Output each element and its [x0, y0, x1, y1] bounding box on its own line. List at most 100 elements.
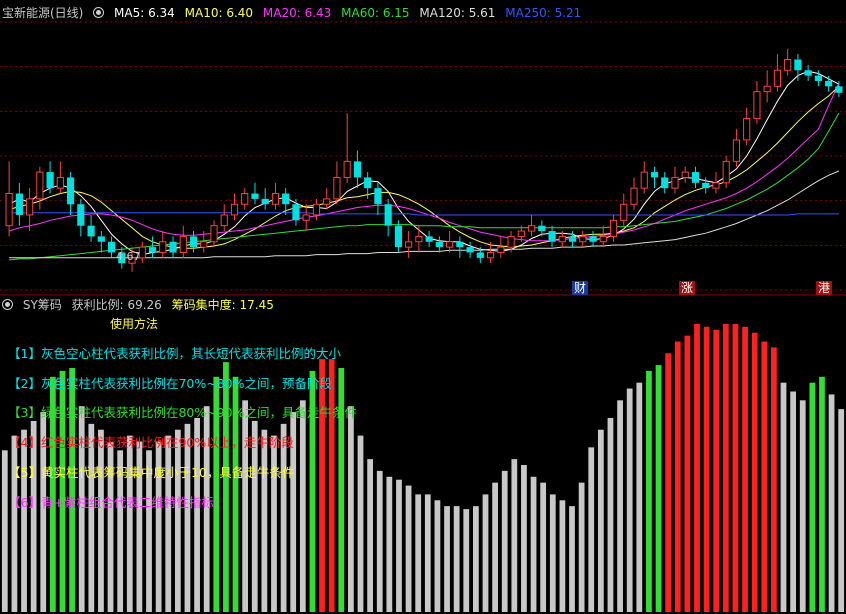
candle-body [732, 139, 741, 162]
ma20-label: MA20: 6.43 [262, 6, 332, 20]
profit-bar [261, 429, 268, 612]
candle-body [722, 160, 730, 184]
candle-body [5, 193, 13, 227]
profit-bar [511, 459, 518, 612]
candle-body [661, 177, 669, 189]
candle-body [384, 204, 392, 226]
rise-tag[interactable]: 涨 [679, 281, 696, 295]
profit-bar [88, 423, 95, 612]
candle-body [773, 69, 782, 87]
candle-body [497, 246, 505, 253]
candle-body [804, 70, 812, 76]
profit-bar [646, 370, 652, 612]
candle-body [814, 75, 822, 81]
profit-bar [444, 506, 450, 612]
ma10-label: MA10: 6.40 [184, 6, 254, 20]
candle-body [394, 225, 402, 248]
profit-bar [21, 429, 27, 612]
indicator-circle-icon[interactable] [2, 299, 13, 310]
profit-bar [674, 341, 681, 612]
candle-body [97, 236, 105, 242]
indicator-name: SY筹码 [22, 298, 62, 312]
price-header: 宝新能源(日线) MA5: 6.34 MA10: 6.40 MA20: 6.43… [2, 5, 587, 21]
ma60-label: MA60: 6.15 [341, 6, 410, 20]
profit-bar [424, 494, 431, 612]
candle-body [579, 235, 587, 243]
profit-bar [799, 400, 806, 612]
candle-body [456, 241, 464, 248]
candle-body [527, 225, 536, 232]
candle-body [650, 172, 659, 178]
candle-body [599, 235, 607, 243]
profit-bar [223, 362, 229, 612]
candle-body [825, 80, 833, 87]
candle-body [435, 241, 443, 248]
profit-bar [742, 326, 748, 612]
candle-body [784, 59, 792, 71]
hk-tag[interactable]: 港 [816, 281, 833, 295]
candle-body [835, 86, 843, 93]
profit-bar [184, 423, 191, 612]
profit-bar [655, 365, 662, 612]
profit-bar [607, 417, 614, 612]
profit-bar [819, 376, 825, 612]
candle-body [415, 235, 423, 243]
candle-body [189, 236, 198, 248]
candle-body [794, 59, 802, 71]
candle-body [609, 219, 618, 237]
candle-body [671, 176, 679, 189]
profit-bar [790, 391, 797, 612]
candle-body [179, 235, 187, 253]
profit-bar [328, 359, 335, 612]
candle-body [302, 214, 310, 221]
indicator-header: SY筹码 获利比例: 69.26 筹码集中度: 17.45 [2, 297, 280, 313]
candle-body [507, 235, 515, 248]
finance-tag[interactable]: 财 [572, 281, 589, 295]
profit-bar [540, 482, 547, 612]
profit-bar [396, 479, 402, 612]
profit-bar [1, 450, 8, 612]
candle-body [77, 204, 85, 226]
profit-bar [828, 394, 835, 612]
profit-bar [559, 500, 566, 612]
profit-ratio-label: 获利比例: 69.26 [71, 298, 162, 312]
profit-bar [684, 335, 691, 612]
profit-bar [732, 323, 739, 612]
profit-bar [694, 323, 700, 612]
profit-bar [665, 353, 672, 612]
candle-body [56, 176, 64, 189]
candle-body [210, 225, 218, 243]
candle-body [312, 203, 321, 216]
candle-body [589, 236, 597, 242]
ma250-label: MA250: 5.21 [505, 6, 582, 20]
candlesticks [5, 48, 843, 272]
candle-body [261, 198, 269, 205]
profit-bar [126, 435, 133, 612]
profit-bar [434, 500, 441, 612]
candle-body [169, 241, 177, 253]
candle-body [476, 252, 484, 258]
profit-bar [751, 332, 758, 612]
settings-circle-icon[interactable] [93, 7, 105, 18]
profit-bar [771, 347, 777, 612]
candle-body [271, 193, 280, 205]
legend-item-4: 【4】红色实柱代表获利比例在90%以上，走牛阶段 [8, 435, 294, 450]
profit-bar [597, 429, 604, 612]
ma-line-ma5 [8, 70, 840, 256]
legend-item-6: 【6】青+紫柱组合代表二维特性指标 [8, 495, 214, 510]
profit-bar [242, 400, 249, 612]
profit-bar [617, 400, 623, 612]
profit-bar [722, 323, 729, 612]
profit-bar [405, 485, 412, 612]
profit-bar [578, 482, 585, 612]
candle-body [343, 160, 351, 178]
candle-body [200, 241, 208, 248]
candle-body [446, 241, 454, 248]
profit-bar [98, 429, 104, 612]
profit-bar [482, 494, 489, 612]
candle-body [681, 171, 689, 178]
profit-bar [588, 447, 595, 612]
profit-bar [11, 435, 18, 612]
candle-body [558, 235, 566, 243]
profit-bar [626, 388, 633, 612]
